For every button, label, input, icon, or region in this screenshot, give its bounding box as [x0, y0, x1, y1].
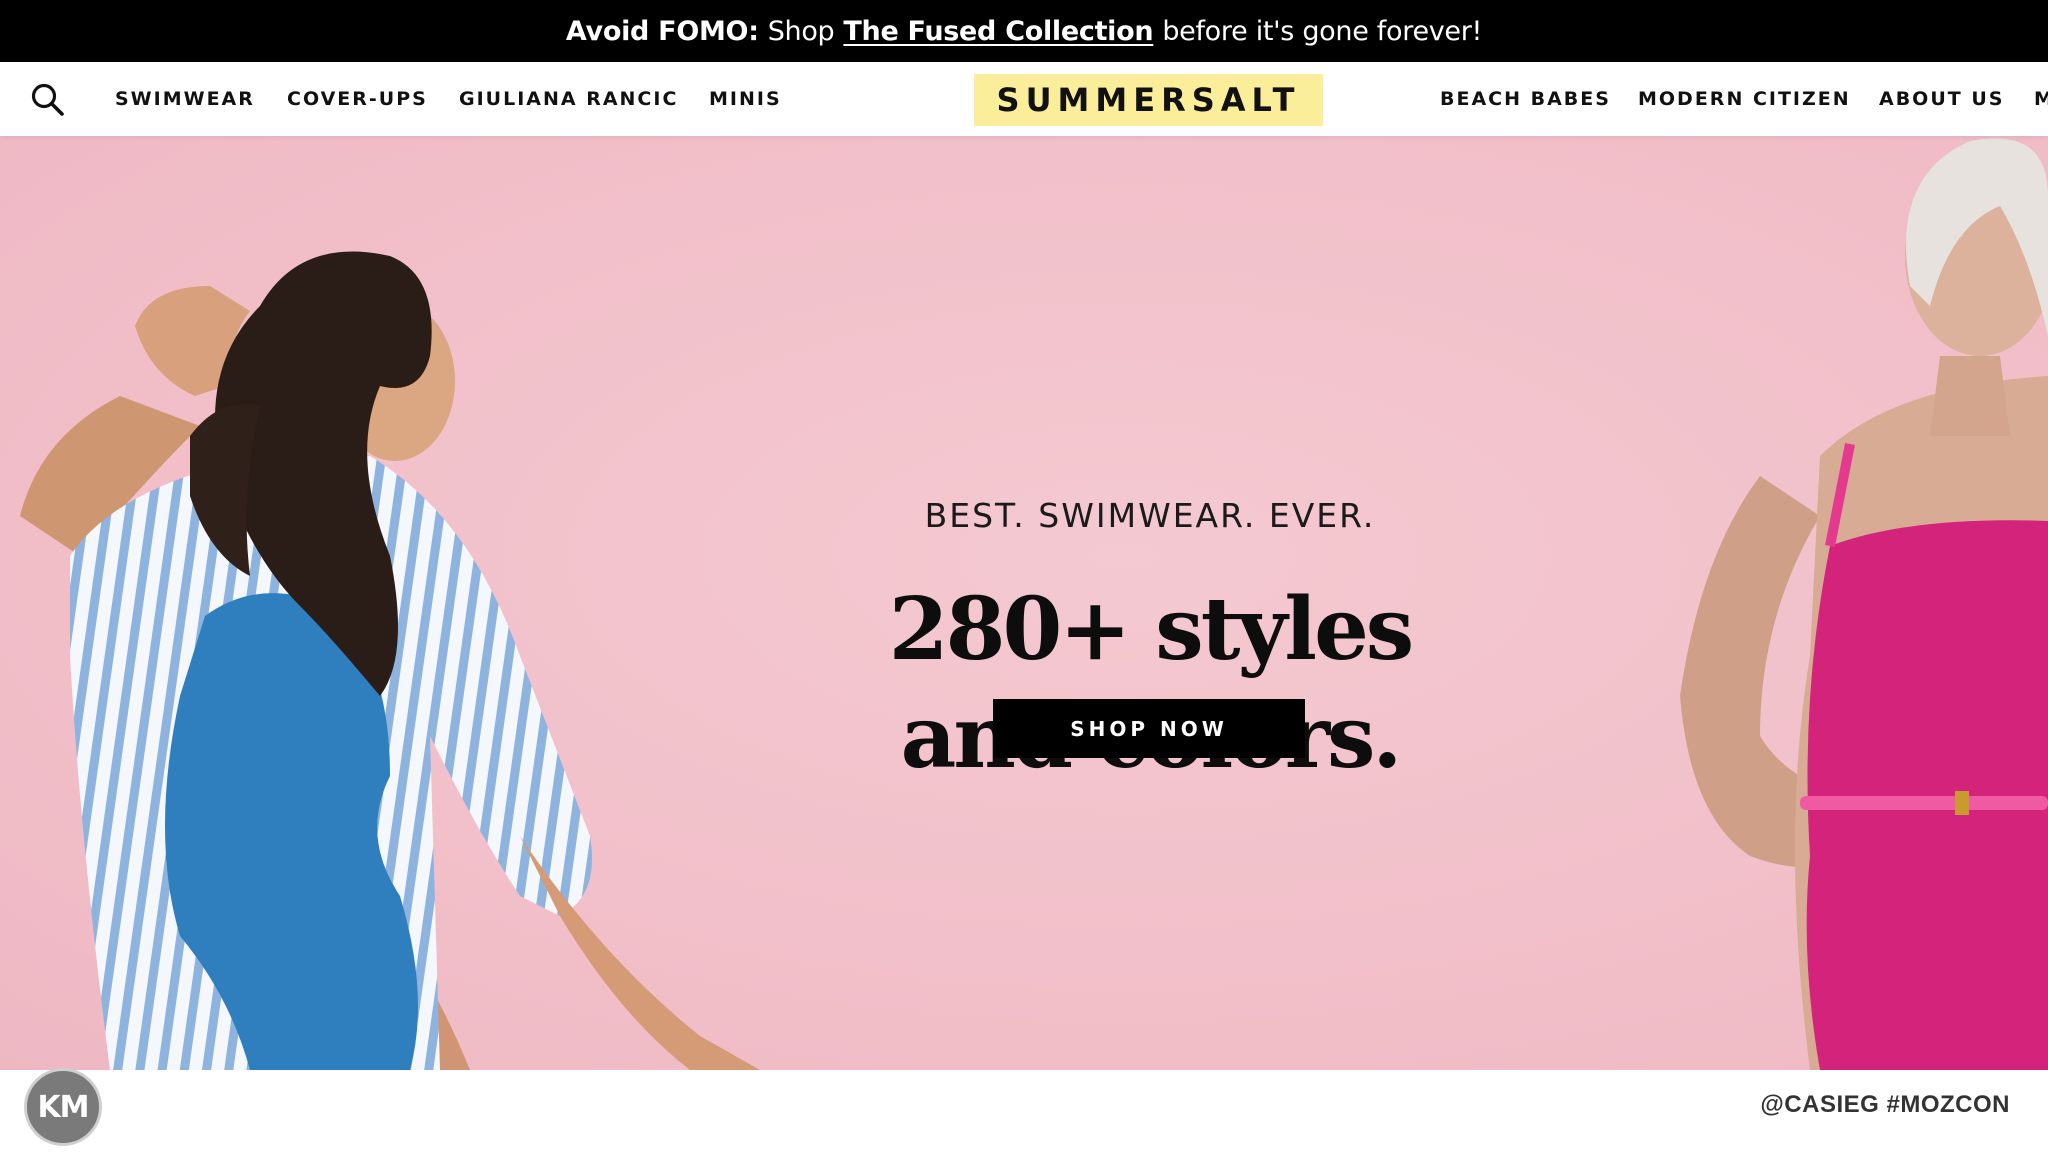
- nav-beach-babes[interactable]: BEACH BABES: [1440, 62, 1611, 136]
- nav-modern-citizen[interactable]: MODERN CITIZEN: [1638, 62, 1851, 136]
- model-blue-swimsuit-image: [20, 251, 760, 1070]
- nav-swimwear[interactable]: SWIMWEAR: [115, 62, 255, 136]
- logo-text: SUMMERSALT: [996, 81, 1301, 119]
- headline-line-1: 280+ styles: [888, 579, 1414, 680]
- site-header: SWIMWEAR COVER-UPS GIULIANA RANCIC MINIS…: [0, 62, 2048, 136]
- nav-about-us[interactable]: ABOUT US: [1879, 62, 2004, 136]
- announcement-bar: Avoid FOMO: Shop The Fused Collection be…: [0, 0, 2048, 62]
- announcement-pre-link: Shop: [767, 15, 835, 47]
- slide-page: Avoid FOMO: Shop The Fused Collection be…: [0, 0, 2048, 1152]
- nav-giuliana-rancic[interactable]: GIULIANA RANCIC: [459, 62, 678, 136]
- slide-footer: [0, 1070, 2048, 1152]
- nav-cover-ups[interactable]: COVER-UPS: [287, 62, 428, 136]
- shop-now-button[interactable]: SHOP NOW: [993, 699, 1305, 758]
- nav-minis[interactable]: MINIS: [709, 62, 782, 136]
- nav-more-cutoff[interactable]: M: [2034, 62, 2048, 136]
- hero-headline: 280+ styles and colors.: [860, 576, 1440, 792]
- summersalt-logo[interactable]: SUMMERSALT: [974, 74, 1323, 126]
- model-magenta-swimsuit-image: [1680, 138, 2048, 1070]
- fused-collection-link[interactable]: The Fused Collection: [843, 16, 1153, 47]
- search-icon: [31, 83, 64, 116]
- search-button[interactable]: [28, 80, 68, 120]
- hero-tagline: BEST. SWIMWEAR. EVER.: [924, 496, 1376, 535]
- hero-banner: BEST. SWIMWEAR. EVER. 280+ styles and co…: [0, 136, 2048, 1070]
- announcement-prefix: Avoid FOMO:: [565, 15, 759, 47]
- speaker-handle: @CASIEG #MOZCON: [1760, 1091, 2010, 1118]
- announcement-suffix: before it's gone forever!: [1162, 15, 1483, 47]
- speaker-avatar: KM: [24, 1068, 102, 1146]
